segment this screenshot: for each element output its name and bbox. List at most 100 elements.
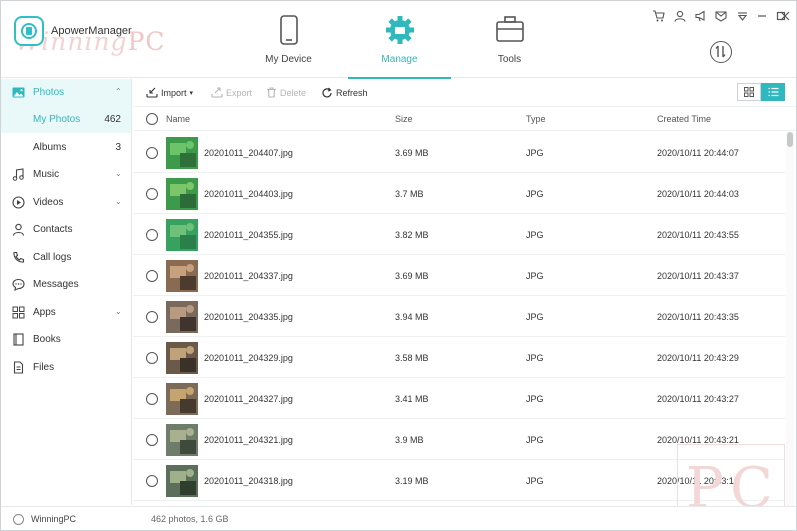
file-icon	[13, 361, 24, 374]
export-button[interactable]: Export	[211, 87, 252, 98]
file-size: 3.7 MB	[395, 189, 424, 199]
vertical-scrollbar[interactable]	[786, 132, 794, 506]
import-button[interactable]: Import ▾	[146, 87, 193, 98]
row-select-radio[interactable]	[146, 188, 158, 200]
select-all-radio[interactable]	[146, 113, 158, 125]
row-select-radio[interactable]	[146, 147, 158, 159]
sidebar-item-music[interactable]: Music ⌄	[1, 161, 131, 188]
row-select-radio[interactable]	[146, 434, 158, 446]
row-select-radio[interactable]	[146, 311, 158, 323]
refresh-button[interactable]: Refresh	[321, 87, 368, 99]
toolbar: Import ▾ Export Delete Refresh	[133, 79, 796, 107]
file-name: 20201011_204403.jpg	[204, 189, 293, 199]
table-row[interactable]: 20201011_204327.jpg 3.41 MB JPG 2020/10/11 …	[133, 378, 785, 419]
tab-tools[interactable]: Tools	[458, 1, 561, 78]
photo-thumbnail[interactable]	[166, 383, 198, 415]
sidebar-item-books[interactable]: Books	[1, 326, 131, 353]
file-size: 3.69 MB	[395, 148, 429, 158]
sidebar-item-albums[interactable]: Albums 3	[1, 134, 131, 161]
sidebar-item-label: Books	[33, 334, 61, 345]
delete-button[interactable]: Delete	[266, 87, 306, 98]
table-row[interactable]: 20201011_204337.jpg 3.69 MB JPG 2020/10/11 …	[133, 255, 785, 296]
row-select-radio[interactable]	[146, 352, 158, 364]
created-time: 2020/10/11 20:43:55	[657, 230, 739, 240]
tab-my-device-label: My Device	[265, 54, 312, 65]
phone-call-icon	[13, 251, 25, 263]
status-summary: 462 photos, 1.6 GB	[151, 514, 229, 524]
photo-thumbnail[interactable]	[166, 465, 198, 497]
row-select-radio[interactable]	[146, 270, 158, 282]
row-select-radio[interactable]	[146, 475, 158, 487]
sidebar-item-label: Apps	[33, 307, 56, 318]
sidebar-item-videos[interactable]: Videos ⌄	[1, 189, 131, 216]
tab-my-device[interactable]: My Device	[237, 1, 340, 78]
grid-icon	[744, 87, 754, 97]
grid-view-button[interactable]	[737, 83, 761, 101]
photo-thumbnail[interactable]	[166, 260, 198, 292]
photo-thumbnail[interactable]	[166, 301, 198, 333]
table-row[interactable]: 20201011_204355.jpg 3.82 MB JPG 2020/10/11 …	[133, 214, 785, 255]
scrollbar-thumb[interactable]	[787, 132, 793, 147]
photo-thumbnail[interactable]	[166, 219, 198, 251]
image-icon	[12, 87, 25, 98]
app-window: WinningPC ApowerManager My Device Manage	[0, 0, 797, 531]
import-label: Import	[161, 87, 187, 98]
file-size: 3.19 MB	[395, 476, 429, 486]
cart-icon[interactable]	[651, 9, 665, 23]
tab-manage-label: Manage	[381, 54, 418, 65]
column-header-size[interactable]: Size	[395, 114, 413, 124]
chat-icon	[12, 278, 25, 291]
column-header-created-time[interactable]: Created Time	[657, 114, 711, 124]
chevron-up-icon: ⌃	[115, 87, 122, 96]
refresh-icon	[322, 87, 332, 98]
mail-icon[interactable]	[714, 9, 728, 23]
status-username[interactable]: WinningPC	[31, 514, 76, 524]
sync-button[interactable]	[710, 41, 732, 63]
table-row[interactable]: 20201011_204403.jpg 3.7 MB JPG 2020/10/11 2…	[133, 173, 785, 214]
column-header-type[interactable]: Type	[526, 114, 546, 124]
sidebar-item-label: Videos	[33, 197, 64, 208]
chevron-down-icon: ⌄	[115, 197, 122, 206]
sidebar-item-my-photos[interactable]: My Photos 462	[1, 106, 131, 133]
refresh-label: Refresh	[336, 88, 368, 98]
file-size: 3.58 MB	[395, 353, 429, 363]
sidebar-item-files[interactable]: Files	[1, 354, 131, 381]
sidebar-item-messages[interactable]: Messages	[1, 271, 131, 298]
table-row[interactable]: 20201011_204329.jpg 3.58 MB JPG 2020/10/11 …	[133, 337, 785, 378]
sidebar-item-photos[interactable]: Photos ⌃	[1, 79, 131, 106]
user-icon[interactable]	[673, 9, 687, 23]
minimize-icon[interactable]	[755, 9, 769, 23]
table-row[interactable]: 20201011_204335.jpg 3.94 MB JPG 2020/10/11 …	[133, 296, 785, 337]
user-avatar-icon[interactable]	[13, 514, 24, 525]
photo-thumbnail[interactable]	[166, 178, 198, 210]
file-name: 20201011_204321.jpg	[204, 435, 293, 445]
dropdown-icon[interactable]	[735, 9, 749, 23]
photo-thumbnail[interactable]	[166, 137, 198, 169]
sidebar-item-contacts[interactable]: Contacts	[1, 216, 131, 243]
delete-label: Delete	[280, 87, 307, 98]
file-type: JPG	[526, 189, 544, 199]
sidebar-item-apps[interactable]: Apps ⌄	[1, 299, 131, 326]
sidebar-item-call-logs[interactable]: Call logs	[1, 244, 131, 271]
file-type: JPG	[526, 476, 544, 486]
apps-grid-icon	[12, 306, 25, 319]
table-row[interactable]: 20201011_204407.jpg 3.69 MB JPG 2020/10/11 …	[133, 132, 785, 173]
export-icon	[211, 87, 223, 98]
file-type: JPG	[526, 230, 544, 240]
sidebar-item-label: Files	[33, 362, 55, 373]
sidebar-item-label: Music	[33, 169, 60, 180]
column-header-name[interactable]: Name	[166, 114, 190, 124]
photo-thumbnail[interactable]	[166, 424, 198, 456]
file-type: JPG	[526, 394, 544, 404]
row-select-radio[interactable]	[146, 393, 158, 405]
chevron-down-icon: ⌄	[115, 169, 122, 178]
file-name: 20201011_204355.jpg	[204, 230, 293, 240]
file-name: 20201011_204329.jpg	[204, 353, 293, 363]
megaphone-icon[interactable]	[694, 9, 708, 23]
close-icon[interactable]	[778, 9, 792, 23]
list-view-button[interactable]	[761, 83, 785, 101]
photo-thumbnail[interactable]	[166, 342, 198, 374]
row-select-radio[interactable]	[146, 229, 158, 241]
item-count: 3	[115, 142, 121, 153]
tab-manage[interactable]: Manage	[348, 1, 451, 79]
